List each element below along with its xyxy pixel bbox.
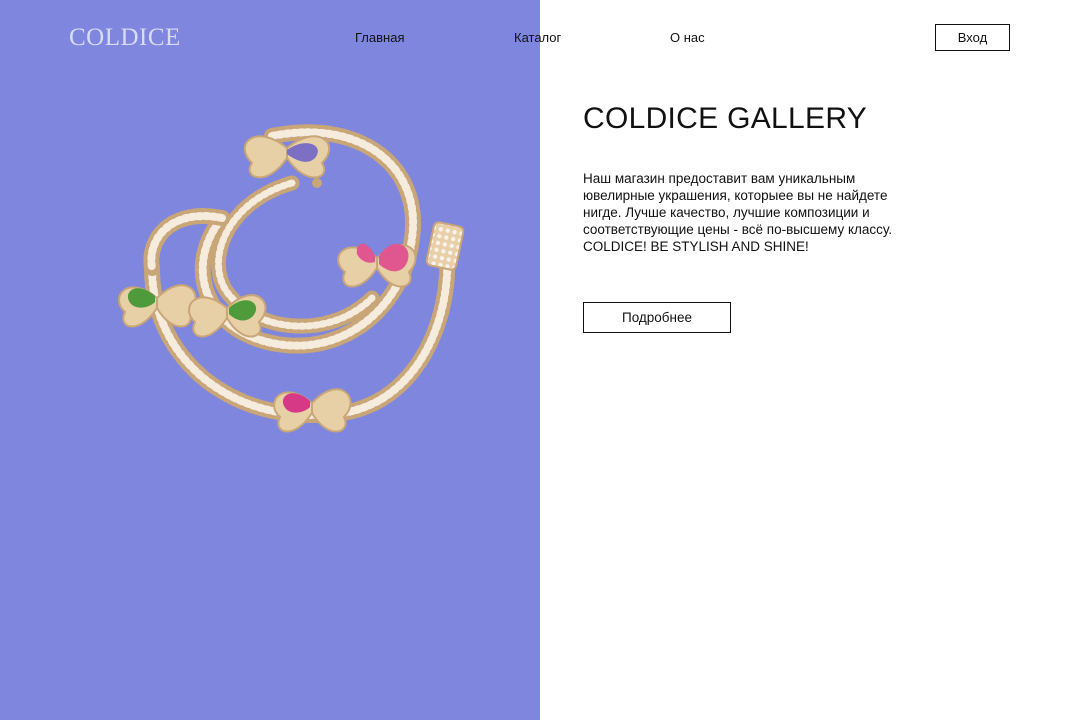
hero-description: Наш магазин предоставит вам уникальным ю… — [583, 171, 893, 254]
page: COLDICE Главная Каталог О нас Вход COLDI… — [0, 0, 1080, 720]
nav-catalog-link[interactable]: Каталог — [514, 30, 561, 46]
butterfly-magenta-icon — [273, 388, 352, 433]
butterfly-pink-icon — [337, 243, 417, 288]
nav-about-link[interactable]: О нас — [670, 30, 705, 46]
nav-home-link[interactable]: Главная — [355, 30, 404, 46]
details-button[interactable]: Подробнее — [583, 302, 731, 333]
brand-logo[interactable]: COLDICE — [69, 24, 181, 52]
butterfly-purple-icon — [244, 135, 330, 179]
necklace-image — [118, 124, 465, 433]
login-button[interactable]: Вход — [935, 24, 1010, 51]
hero-title: COLDICE GALLERY — [583, 102, 868, 135]
